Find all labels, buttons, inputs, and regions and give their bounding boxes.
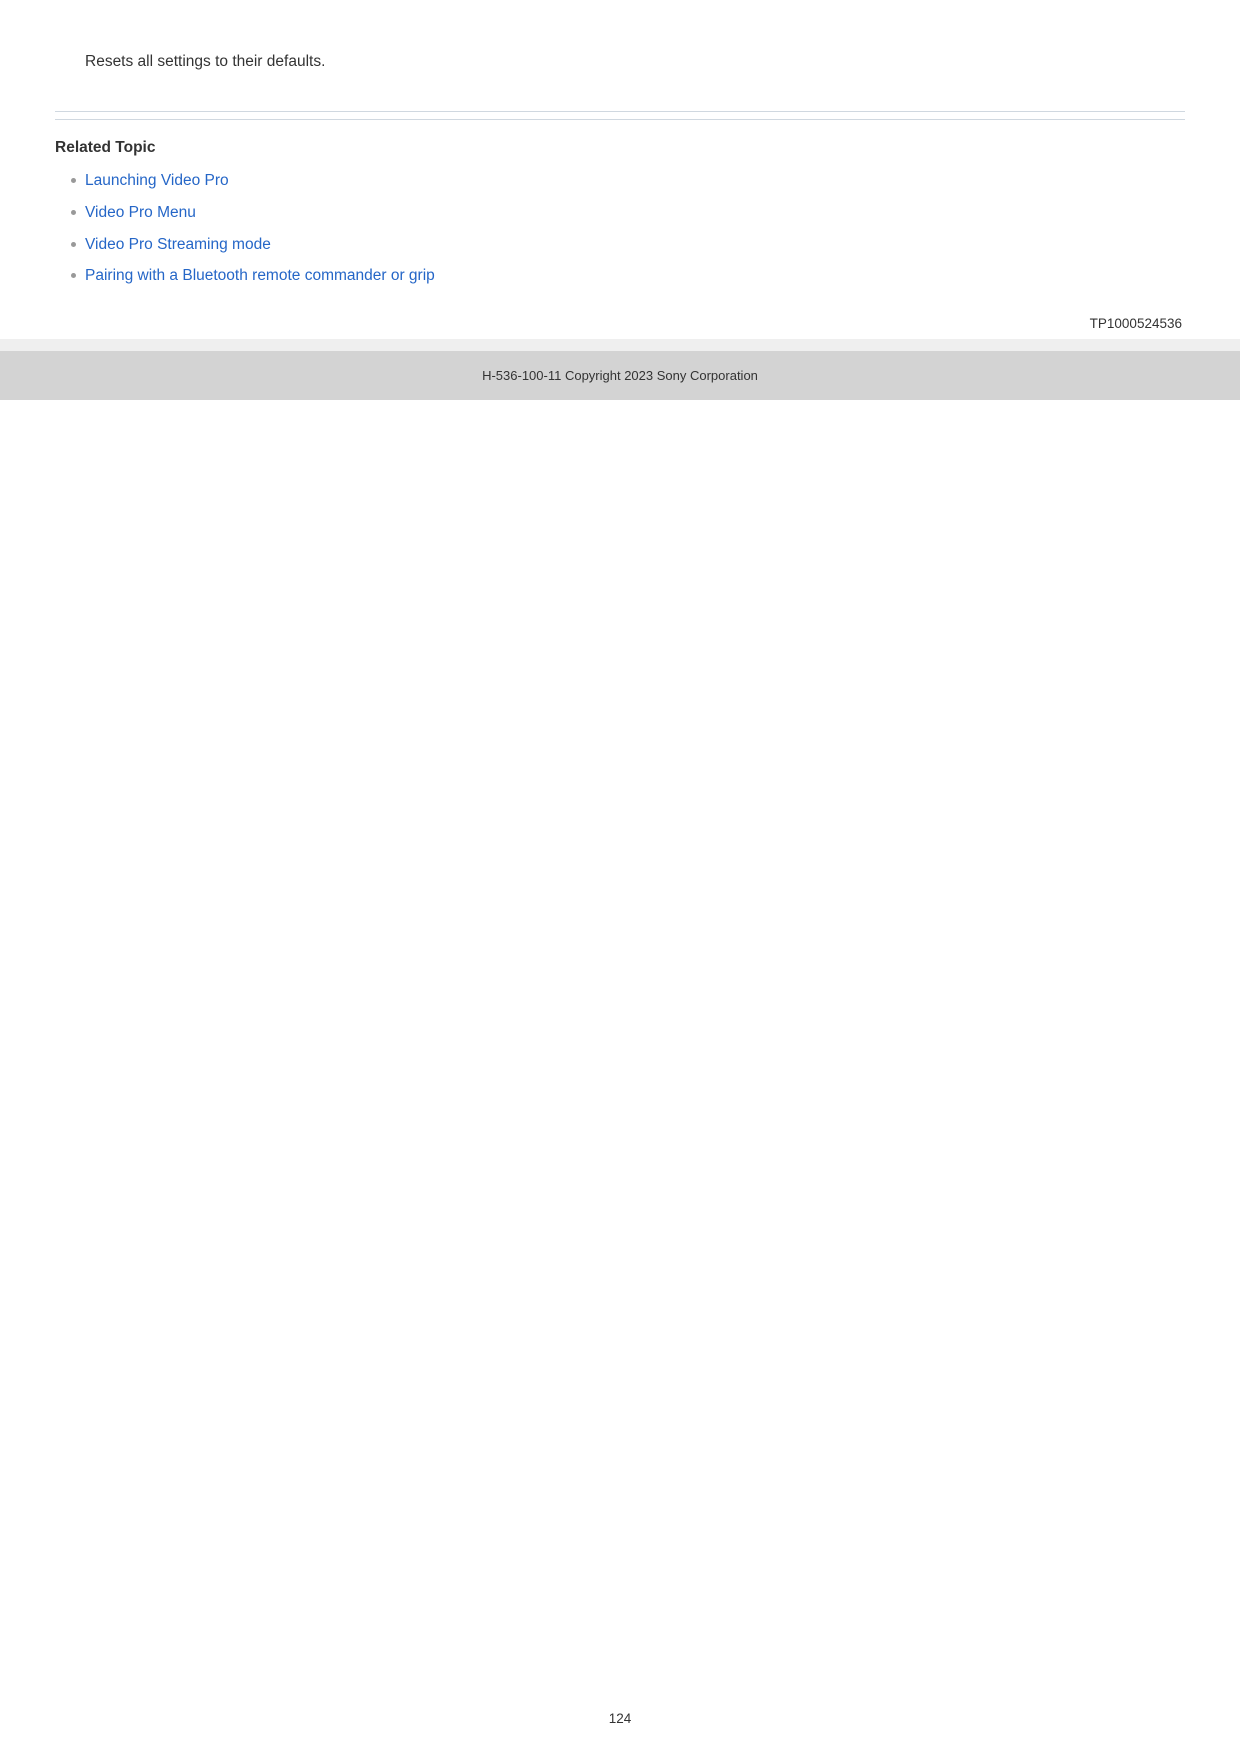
list-item: Launching Video Pro — [71, 171, 1185, 192]
footer-copyright: H-536-100-11 Copyright 2023 Sony Corpora… — [0, 351, 1240, 400]
related-link-video-pro-menu[interactable]: Video Pro Menu — [85, 204, 196, 221]
description-text: Resets all settings to their defaults. — [0, 0, 1240, 71]
related-link-launching-video-pro[interactable]: Launching Video Pro — [85, 172, 229, 189]
related-topic-list: Launching Video Pro Video Pro Menu Video… — [55, 171, 1185, 287]
related-link-video-pro-streaming[interactable]: Video Pro Streaming mode — [85, 236, 271, 253]
list-item: Pairing with a Bluetooth remote commande… — [71, 266, 1185, 287]
list-item: Video Pro Streaming mode — [71, 235, 1185, 256]
related-topic-section: Related Topic Launching Video Pro Video … — [0, 120, 1240, 287]
related-link-pairing-bluetooth[interactable]: Pairing with a Bluetooth remote commande… — [85, 267, 435, 284]
main-content: Resets all settings to their defaults. R… — [0, 0, 1240, 400]
list-item: Video Pro Menu — [71, 203, 1185, 224]
divider-line — [55, 111, 1185, 112]
footer-spacer — [0, 339, 1240, 351]
page-number: 124 — [0, 1711, 1240, 1726]
document-id: TP1000524536 — [0, 298, 1240, 339]
related-topic-heading: Related Topic — [55, 139, 1185, 157]
